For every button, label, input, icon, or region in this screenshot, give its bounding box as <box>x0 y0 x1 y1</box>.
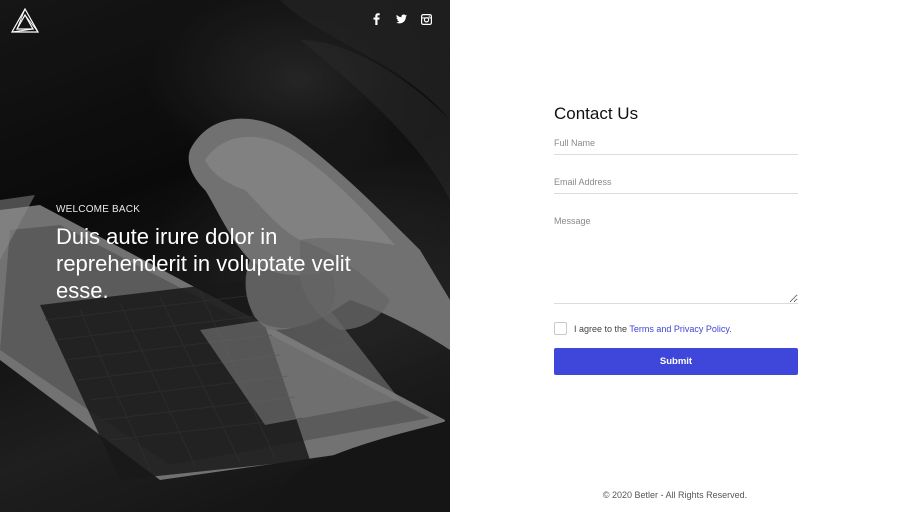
terms-link[interactable]: Terms and Privacy Policy. <box>629 324 731 334</box>
agree-row: I agree to the Terms and Privacy Policy. <box>554 322 798 335</box>
form-title: Contact Us <box>554 104 639 123</box>
contact-form: Contact Us I agree to the Terms and Priv… <box>554 104 798 375</box>
hero-heading: Duis aute irure dolor in reprehenderit i… <box>56 224 351 303</box>
twitter-icon[interactable] <box>396 13 407 25</box>
submit-button[interactable]: Submit <box>554 348 798 375</box>
hero-eyebrow: WELCOME BACK <box>56 204 141 215</box>
email-field[interactable] <box>554 177 798 194</box>
agree-checkbox[interactable] <box>554 322 567 335</box>
instagram-icon[interactable] <box>421 13 432 25</box>
facebook-icon[interactable] <box>371 13 382 25</box>
agree-text: I agree to the <box>574 323 628 334</box>
agree-label: I agree to the Terms and Privacy Policy. <box>574 324 732 334</box>
message-field[interactable] <box>554 216 798 304</box>
social-links <box>371 13 432 25</box>
hero-panel: WELCOME BACK Duis aute irure dolor in re… <box>0 0 450 512</box>
footer-copyright: © 2020 Betler - All Rights Reserved. <box>602 490 748 500</box>
triangle-logo-icon[interactable] <box>10 7 40 34</box>
full-name-field[interactable] <box>554 138 798 155</box>
page: WELCOME BACK Duis aute irure dolor in re… <box>0 0 900 512</box>
contact-pane: Contact Us I agree to the Terms and Priv… <box>450 0 900 512</box>
hero-text: WELCOME BACK Duis aute irure dolor in re… <box>56 204 396 304</box>
